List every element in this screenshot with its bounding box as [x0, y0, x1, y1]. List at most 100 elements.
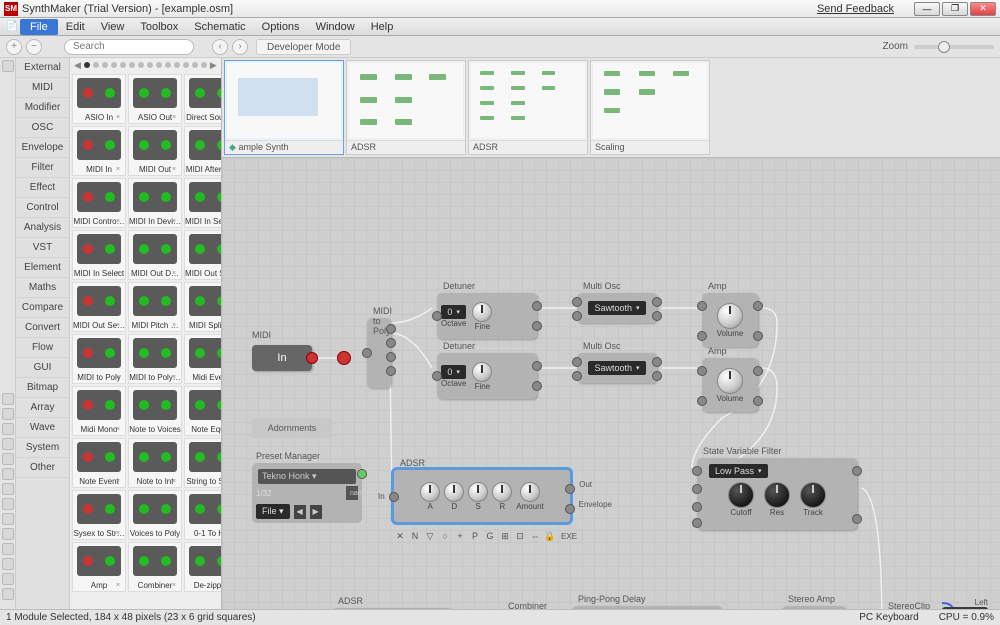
cat-other[interactable]: Other — [16, 458, 69, 478]
toolicon[interactable] — [2, 498, 14, 510]
toolicon[interactable] — [2, 513, 14, 525]
cat-compare[interactable]: Compare — [16, 298, 69, 318]
detuner2-octave-value[interactable]: 0 — [441, 365, 466, 379]
palette-item[interactable]: Sysex to Str…× — [72, 490, 126, 540]
adsr-selected-node[interactable]: ADSR In A D S R Amount Out Envelope — [392, 468, 572, 524]
cat-vst[interactable]: VST — [16, 238, 69, 258]
toolicon[interactable] — [2, 528, 14, 540]
ti-lock[interactable]: 🔒 — [544, 530, 556, 542]
palette-item-close[interactable]: × — [116, 166, 124, 174]
svf-track-knob[interactable] — [800, 482, 826, 508]
adsr-2-node[interactable]: ADSR A D S R — [332, 608, 452, 609]
cat-gui[interactable]: GUI — [16, 358, 69, 378]
menu-view[interactable]: View — [93, 19, 133, 35]
palette-item-close[interactable]: × — [116, 374, 124, 382]
palette-item[interactable]: Note to Int× — [128, 438, 182, 488]
toolicon[interactable] — [2, 393, 14, 405]
preset-file-button[interactable]: File ▾ — [256, 504, 290, 519]
cat-flow[interactable]: Flow — [16, 338, 69, 358]
stereo-amp-node[interactable]: Stereo Amp Volume — [782, 606, 846, 609]
output-left[interactable]: Left Out — [942, 598, 988, 609]
palette-item[interactable]: Combiner× — [128, 542, 182, 592]
palette-item-close[interactable]: × — [116, 426, 124, 434]
toolicon[interactable] — [2, 588, 14, 600]
detuner1-fine-knob[interactable] — [472, 302, 492, 322]
node-toolbar[interactable]: ✕ N ▽ ○ + P G ⊞ ⊡ ⇔ 🔒 EXE — [394, 530, 579, 542]
palette-item-close[interactable]: × — [172, 114, 180, 122]
nav-back-button[interactable]: + — [6, 39, 22, 55]
cat-midi[interactable]: MIDI — [16, 78, 69, 98]
menu-toolbox[interactable]: Toolbox — [132, 19, 186, 35]
palette-item[interactable]: MIDI Splitter× — [184, 282, 222, 332]
toolicon[interactable] — [2, 423, 14, 435]
cat-modifier[interactable]: Modifier — [16, 98, 69, 118]
ti-circ[interactable]: ○ — [439, 530, 451, 542]
nav-prev-button[interactable]: ‹ — [212, 39, 228, 55]
toolicon[interactable] — [2, 483, 14, 495]
midi-in-node[interactable]: In — [252, 345, 312, 371]
preset-manager-node[interactable]: Preset Manager Tekno Honk ▾ 1/32 name Fi… — [252, 463, 362, 523]
palette-item[interactable]: Direct Soun…× — [184, 74, 222, 124]
palette-item-close[interactable]: × — [116, 530, 124, 538]
tool-1[interactable] — [2, 60, 14, 72]
close-button[interactable]: ✕ — [970, 2, 996, 16]
palette-item-close[interactable]: × — [116, 322, 124, 330]
detuner2-fine-knob[interactable] — [472, 362, 492, 382]
cat-external[interactable]: External — [16, 58, 69, 78]
ti-sq[interactable]: ⊡ — [514, 530, 526, 542]
cat-filter[interactable]: Filter — [16, 158, 69, 178]
menu-schematic[interactable]: Schematic — [186, 19, 253, 35]
palette-item-close[interactable]: × — [116, 114, 124, 122]
palette-page-dots[interactable]: ◀ ▶ — [70, 58, 221, 72]
cat-osc[interactable]: OSC — [16, 118, 69, 138]
palette-item[interactable]: MIDI Afterto…× — [184, 126, 222, 176]
nav-card-3[interactable]: Scaling — [590, 60, 710, 155]
svf-node[interactable]: State Variable Filter Low Pass Cutoff Re… — [697, 458, 857, 530]
palette-item-close[interactable]: × — [172, 270, 180, 278]
palette-item[interactable]: 0-1 To Hz× — [184, 490, 222, 540]
cat-element[interactable]: Element — [16, 258, 69, 278]
palette-item[interactable]: Note Equal× — [184, 386, 222, 436]
toolicon[interactable] — [2, 468, 14, 480]
adsr-r-knob[interactable] — [492, 482, 512, 502]
cat-analysis[interactable]: Analysis — [16, 218, 69, 238]
palette-item[interactable]: De-zipper× — [184, 542, 222, 592]
palette-item[interactable]: String to Sy…× — [184, 438, 222, 488]
menu-edit[interactable]: Edit — [58, 19, 93, 35]
ti-tri[interactable]: ▽ — [424, 530, 436, 542]
palette-item[interactable]: MIDI to Poly× — [72, 334, 126, 384]
ti-link[interactable]: ⇔ — [529, 530, 541, 542]
search-input[interactable] — [64, 39, 194, 55]
schematic-canvas[interactable]: MIDI In MIDI to Poly Detuner 0 Octave — [222, 158, 1000, 609]
palette-item[interactable]: Note Event× — [72, 438, 126, 488]
multiosc2-wave[interactable]: Sawtooth — [588, 361, 645, 375]
palette-item[interactable]: MIDI Out Se…× — [72, 282, 126, 332]
palette-item-close[interactable]: × — [116, 218, 124, 226]
ti-n[interactable]: N — [409, 530, 421, 542]
cat-effect[interactable]: Effect — [16, 178, 69, 198]
cat-array[interactable]: Array — [16, 398, 69, 418]
toolicon[interactable] — [2, 543, 14, 555]
toolicon[interactable] — [2, 558, 14, 570]
nav-minus-button[interactable]: − — [26, 39, 42, 55]
midi-junction[interactable] — [337, 351, 351, 365]
palette-item-close[interactable]: × — [172, 218, 180, 226]
palette-item[interactable]: MIDI to Poly…× — [128, 334, 182, 384]
palette-item[interactable]: MIDI In Devi…× — [128, 178, 182, 228]
adornments-node[interactable]: Adornments — [252, 418, 332, 438]
menu-options[interactable]: Options — [254, 19, 308, 35]
delay-node[interactable]: Ping-Pong Delay Delay Feed Mix OFF ON — [572, 606, 722, 609]
palette-item-close[interactable]: × — [172, 166, 180, 174]
multiosc1-wave[interactable]: Sawtooth — [588, 301, 645, 315]
amp-2-node[interactable]: Amp Volume — [702, 358, 758, 412]
nav-next-button[interactable]: › — [232, 39, 248, 55]
send-feedback-link[interactable]: Send Feedback — [817, 3, 894, 15]
palette-item[interactable]: Note to Voices× — [128, 386, 182, 436]
palette-item[interactable]: Midi Event× — [184, 334, 222, 384]
palette-item-close[interactable]: × — [116, 478, 124, 486]
ti-g[interactable]: G — [484, 530, 496, 542]
toolicon[interactable] — [2, 573, 14, 585]
nav-card-0[interactable]: ◆ ample Synth — [224, 60, 344, 155]
adsr-d-knob[interactable] — [444, 482, 464, 502]
developer-mode-toggle[interactable]: Developer Mode — [256, 39, 351, 55]
